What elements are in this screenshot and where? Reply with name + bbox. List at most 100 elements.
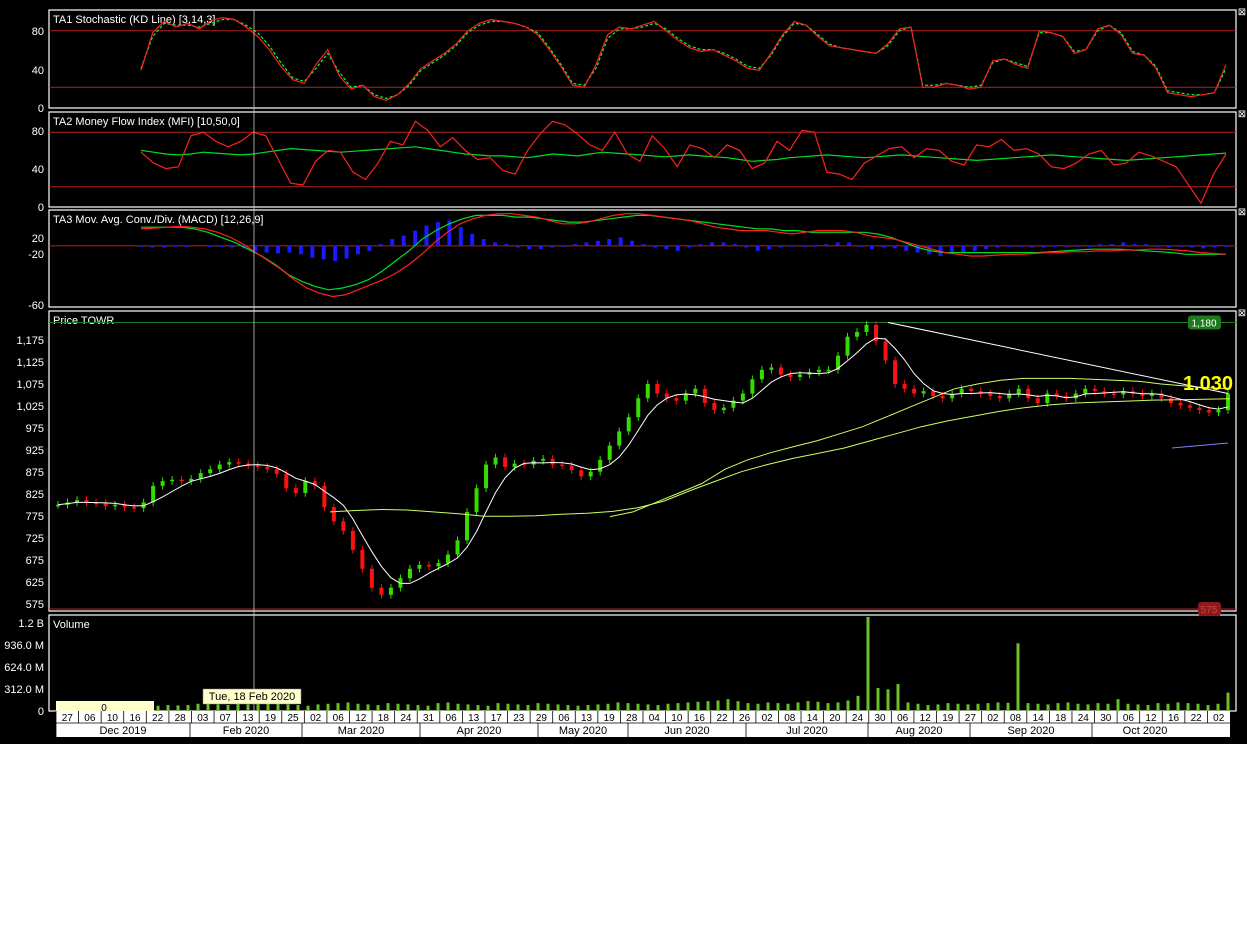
volume-bar (316, 704, 320, 711)
macd-histogram-bar (675, 245, 680, 251)
trend-line[interactable] (887, 321, 1229, 395)
macd-histogram-bar (812, 245, 817, 247)
volume-bar (1176, 702, 1180, 711)
volume-bar (606, 703, 610, 711)
volume-bar (466, 704, 470, 711)
macd-histogram-bar (1075, 245, 1080, 247)
panel-price: Price TOWR 1,175 1,125 1,075 1,025 975 925 875 8… (16, 308, 1246, 612)
x-day-label: 06 (333, 713, 345, 724)
x-day-label: 06 (446, 713, 458, 724)
candle-body (721, 407, 726, 411)
volume-bar (686, 702, 690, 711)
y-tick-label: 80 (32, 26, 44, 38)
x-day-label: 13 (468, 713, 480, 724)
macd-histogram-bar (1121, 242, 1126, 246)
volume-bar (646, 704, 650, 711)
close-panel-icon[interactable]: ⊠ (1238, 207, 1246, 218)
volume-bar (206, 703, 210, 711)
y-tick-label: 1,175 (16, 335, 44, 347)
y-tick-label: 20 (32, 233, 44, 245)
macd-histogram-bar (515, 245, 520, 248)
volume-bar (776, 703, 780, 711)
volume-bar (676, 703, 680, 711)
macd-histogram-bar (858, 245, 863, 247)
candle-body (997, 395, 1002, 399)
macd-histogram-bar (527, 245, 532, 250)
macd-histogram-bar (333, 245, 338, 262)
close-panel-icon[interactable]: ⊠ (1238, 109, 1246, 120)
volume-bar (366, 704, 370, 711)
panel-frame (48, 310, 1237, 612)
macd-histogram-bar (378, 244, 383, 246)
volume-bar (736, 701, 740, 711)
candle-body (940, 395, 945, 399)
macd-histogram-bar (287, 245, 292, 253)
volume-bar (356, 703, 360, 711)
candle-body (797, 374, 802, 377)
panel-title: Volume (53, 619, 90, 631)
chart-application: TA1 Stochastic (KD Line) [3,14,3] 80 40 0 ⊠ T… (0, 0, 1247, 744)
volume-bar (266, 703, 270, 711)
candle-body (702, 388, 707, 403)
candle-body (655, 384, 660, 394)
volume-bar (756, 703, 760, 711)
y-tick-label: -20 (28, 249, 44, 261)
panel-title: TA1 Stochastic (KD Line) [3,14,3] (53, 14, 215, 26)
candle-body (113, 504, 118, 507)
volume-bar (286, 704, 290, 711)
macd-histogram-bar (664, 245, 669, 250)
volume-bar (1036, 703, 1040, 711)
x-month-label: Jun 2020 (664, 725, 709, 737)
moving-average-long (329, 398, 1231, 517)
x-day-label: 31 (423, 713, 435, 724)
y-tick-label: 1,125 (16, 357, 44, 369)
candle-body (208, 469, 213, 474)
y-tick-label: 975 (26, 423, 44, 435)
x-day-label: 10 (671, 713, 683, 724)
volume-bar (166, 705, 170, 711)
y-tick-label: 0 (38, 706, 44, 718)
volume-bar (1096, 703, 1100, 711)
candle-body (759, 369, 764, 380)
x-day-label: 28 (626, 713, 638, 724)
macd-histogram-bar (218, 245, 223, 247)
volume-bar (236, 703, 240, 711)
volume-bar (956, 703, 960, 711)
macd-histogram-bar (321, 245, 326, 260)
y-tick-label: -60 (28, 300, 44, 312)
candle-body (988, 393, 993, 396)
volume-bar (576, 705, 580, 711)
volume-bar (496, 703, 500, 711)
x-day-label: 22 (716, 713, 728, 724)
x-day-label: 12 (1145, 713, 1157, 724)
candle-body (493, 457, 498, 465)
volume-bar (326, 703, 330, 711)
candle-body (227, 462, 232, 465)
volume-bar (1006, 702, 1010, 711)
macd-histogram-bar (778, 245, 783, 248)
volume-bar (716, 700, 720, 711)
macd-histogram-bar (1098, 244, 1103, 246)
y-tick-label: 575 (26, 599, 44, 611)
volume-bar (836, 702, 840, 711)
macd-histogram-bar (139, 245, 143, 247)
candle-body (322, 485, 327, 508)
close-panel-icon[interactable]: ⊠ (1238, 7, 1246, 18)
macd-histogram-bar (584, 242, 589, 246)
volume-bar (636, 703, 640, 711)
volume-bar (506, 703, 510, 711)
candle-body (1197, 407, 1202, 411)
candle-body (855, 331, 860, 337)
candle-body (512, 463, 517, 467)
support-trend-line[interactable] (1171, 442, 1229, 449)
volume-bar (416, 705, 420, 711)
x-day-label: 08 (1010, 713, 1022, 724)
candle-body (417, 564, 422, 569)
close-panel-icon[interactable]: ⊠ (1238, 308, 1246, 319)
volume-bar (926, 705, 930, 711)
candle-body (626, 417, 631, 432)
candle-body (436, 563, 441, 567)
volume-bar (1186, 703, 1190, 711)
volume-bar (796, 702, 800, 711)
resistance-price-label: 1,180 (1191, 318, 1216, 329)
